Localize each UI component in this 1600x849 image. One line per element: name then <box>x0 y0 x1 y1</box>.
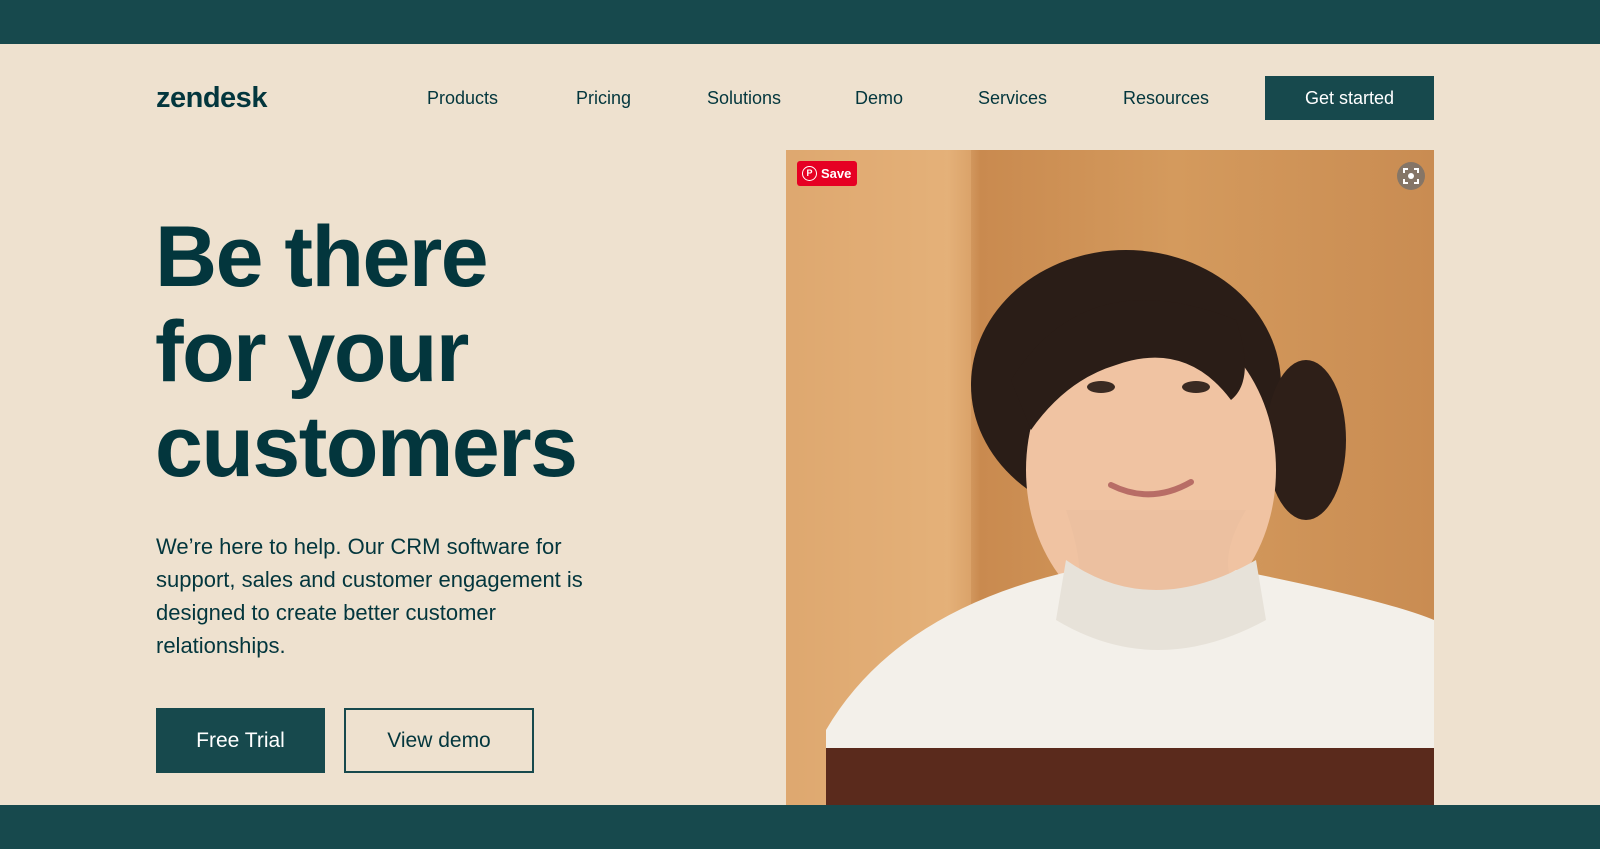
nav-products[interactable]: Products <box>427 88 498 109</box>
pinterest-save-button[interactable]: P Save <box>797 161 857 186</box>
hero-headline: Be there for your customers <box>155 209 578 495</box>
free-trial-button[interactable]: Free Trial <box>156 708 325 773</box>
nav-solutions[interactable]: Solutions <box>707 88 781 109</box>
nav-services[interactable]: Services <box>978 88 1047 109</box>
hero-photo <box>786 150 1434 805</box>
zendesk-logo[interactable]: zendesk <box>156 82 267 115</box>
get-started-button[interactable]: Get started <box>1265 76 1434 120</box>
headline-line: Be there <box>155 209 489 305</box>
save-label: Save <box>821 166 852 181</box>
bottom-band <box>0 805 1600 849</box>
pinterest-icon: P <box>802 166 817 181</box>
nav-pricing[interactable]: Pricing <box>576 88 631 109</box>
headline-line: customers <box>155 399 578 495</box>
portrait-illustration <box>786 150 1434 805</box>
nav-resources[interactable]: Resources <box>1123 88 1209 109</box>
nav-demo[interactable]: Demo <box>855 88 903 109</box>
view-demo-button[interactable]: View demo <box>344 708 534 773</box>
top-band <box>0 0 1600 44</box>
expand-button[interactable] <box>1397 162 1425 190</box>
hero-description: We’re here to help. Our CRM software for… <box>156 534 583 658</box>
expand-icon <box>1403 168 1419 184</box>
headline-line: for your <box>155 304 469 400</box>
